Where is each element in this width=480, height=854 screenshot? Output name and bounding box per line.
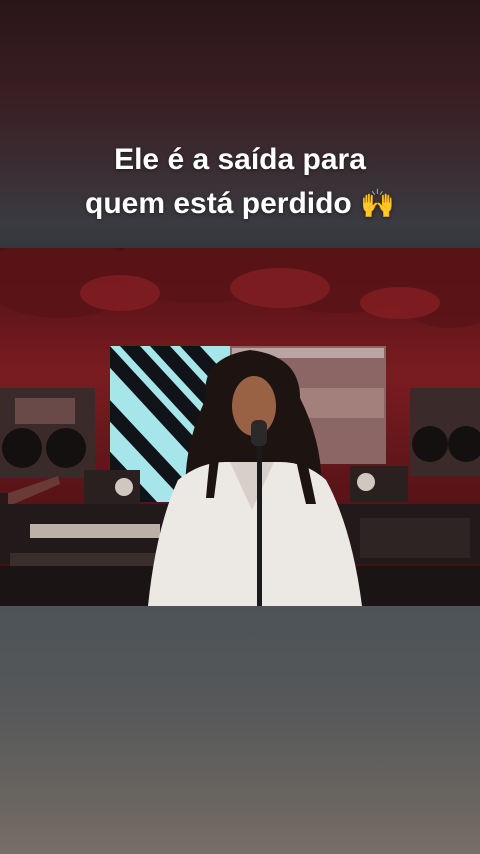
left-speaker <box>0 388 95 478</box>
caption-line-2-text: quem está perdido <box>85 187 352 220</box>
right-speaker <box>410 388 480 476</box>
blurred-background <box>0 606 480 854</box>
caption-line-2: quem está perdido 🙌 <box>0 182 480 226</box>
video-scene <box>0 248 480 606</box>
caption: Ele é a saída para quem está perdido 🙌 <box>0 138 480 226</box>
caption-line-1: Ele é a saída para <box>114 143 366 176</box>
raising-hands-icon: 🙌 <box>360 188 395 219</box>
video-frame[interactable] <box>0 248 480 606</box>
